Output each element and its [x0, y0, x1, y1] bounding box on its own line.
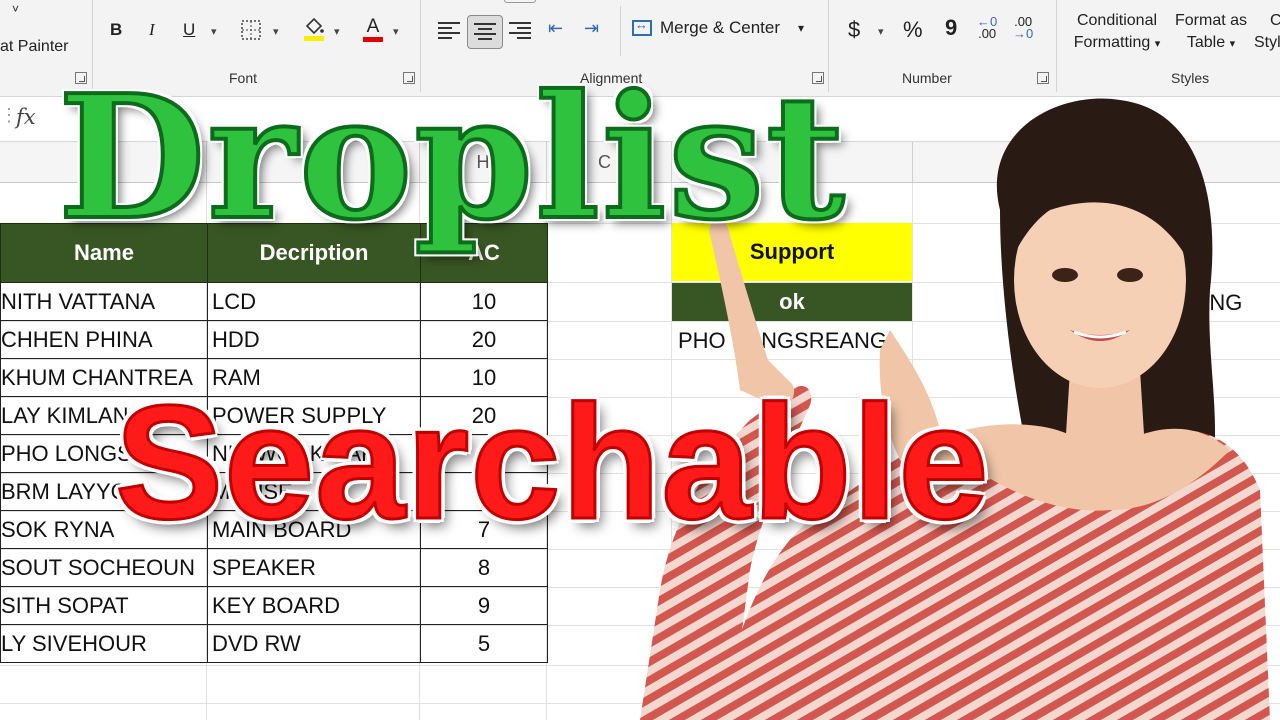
table-row: LY SIVEHOUR DVD RW 5 [0, 624, 548, 663]
font-color-glyph: A [366, 15, 380, 37]
cell-styles-label-2: Styl [1254, 34, 1280, 51]
cell-styles-button[interactable]: C Styl [1254, 10, 1280, 54]
font-color-button[interactable]: A [362, 14, 384, 44]
paste-dropdown-caret[interactable]: ˅ [12, 2, 19, 16]
number-group-label: Number [902, 70, 952, 86]
comma-style-button[interactable]: 9 [945, 15, 957, 41]
ribbon-separator [1056, 0, 1057, 92]
fill-color-button[interactable] [302, 16, 326, 42]
table-row: CHHEN PHINA HDD 20 [0, 320, 548, 359]
cell-description[interactable]: HDD [207, 320, 421, 359]
borders-dropdown-icon[interactable]: ▾ [273, 25, 279, 38]
borders-icon [241, 20, 261, 40]
font-color-swatch [363, 36, 383, 42]
arrow-right-icon: →0 [1013, 26, 1034, 41]
align-right-icon[interactable] [509, 22, 531, 40]
cell-description[interactable]: SPEAKER [207, 548, 421, 587]
format-as-table-label-2: Table ▾ [1186, 34, 1236, 51]
align-center-icon [474, 23, 496, 41]
currency-button[interactable]: $ [848, 17, 860, 43]
underline-dropdown-icon[interactable]: ▾ [211, 25, 217, 38]
table-row: NITH VATTANA LCD 10 [0, 282, 548, 321]
underline-button[interactable]: U [183, 20, 195, 40]
table-row: SOUT SOCHEOUN SPEAKER 8 [0, 548, 548, 587]
borders-button[interactable] [240, 19, 262, 41]
format-as-table-label-1: Format as [1174, 12, 1247, 29]
decrease-indent-icon[interactable]: ⇤ [548, 18, 563, 39]
format-as-table-button[interactable]: Format as Table ▾ [1168, 10, 1254, 55]
increase-indent-icon[interactable]: ⇥ [584, 18, 599, 39]
align-left-icon[interactable] [438, 22, 460, 40]
merge-center-label: Merge & Center [660, 18, 780, 37]
title-searchable: Searchable [114, 372, 991, 553]
conditional-formatting-button[interactable]: Conditional Formatting ▾ [1066, 10, 1168, 55]
merge-center-button[interactable]: Merge & Center ▾ [632, 17, 804, 38]
top-align-button[interactable] [504, 0, 536, 3]
currency-dropdown-icon[interactable]: ▾ [878, 25, 884, 38]
cell-qty[interactable]: 10 [420, 282, 548, 321]
increase-decimal-label: .00 [978, 26, 997, 41]
merge-center-icon [632, 17, 652, 36]
cell-name[interactable]: SOUT SOCHEOUN [0, 548, 208, 587]
cell-name[interactable]: LY SIVEHOUR [0, 624, 208, 663]
fill-color-dropdown-icon[interactable]: ▾ [334, 25, 340, 38]
ribbon-separator [620, 6, 621, 56]
cell-styles-label-1: C [1270, 12, 1280, 29]
cell-qty[interactable]: 5 [420, 624, 548, 663]
align-center-button[interactable] [467, 15, 503, 49]
cell-qty[interactable]: 20 [420, 320, 548, 359]
cell-description[interactable]: DVD RW [207, 624, 421, 663]
cell-description[interactable]: KEY BOARD [207, 586, 421, 625]
styles-group-label: Styles [1171, 70, 1210, 86]
cell-qty[interactable]: 8 [420, 548, 548, 587]
increase-decimal-button[interactable]: ←0 .00 [977, 15, 997, 41]
table-row: SITH SOPAT KEY BOARD 9 [0, 586, 548, 625]
decrease-decimal-button[interactable]: .00 →0 [1013, 15, 1034, 41]
merge-dropdown-icon[interactable]: ▾ [798, 21, 804, 35]
cell-name[interactable]: CHHEN PHINA [0, 320, 208, 359]
number-launcher-icon[interactable] [1037, 72, 1049, 84]
conditional-formatting-label-2: Formatting ▾ [1073, 34, 1161, 51]
insert-function-icon[interactable]: fx [16, 105, 36, 129]
fill-bucket-icon [304, 17, 324, 41]
cell-name[interactable]: NITH VATTANA [0, 282, 208, 321]
bold-button[interactable]: B [110, 20, 122, 40]
percent-button[interactable]: % [903, 17, 923, 43]
title-droplist: Droplist [56, 58, 847, 258]
format-painter-button[interactable]: at Painter [0, 38, 68, 56]
cell-description[interactable]: LCD [207, 282, 421, 321]
italic-button[interactable]: I [149, 20, 155, 40]
font-color-dropdown-icon[interactable]: ▾ [393, 25, 399, 38]
conditional-formatting-label-1: Conditional [1076, 12, 1158, 29]
cell-name[interactable]: SITH SOPAT [0, 586, 208, 625]
cell-qty[interactable]: 9 [420, 586, 548, 625]
